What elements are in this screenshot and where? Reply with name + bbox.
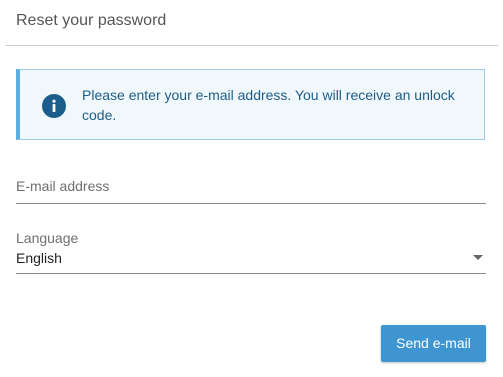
- info-message-box: Please enter your e-mail address. You wi…: [16, 69, 485, 140]
- reset-password-page: Reset your password Please enter your e-…: [0, 0, 503, 377]
- info-icon: [42, 94, 66, 118]
- language-select[interactable]: Language English: [16, 229, 486, 274]
- dialog-header: Reset your password: [0, 0, 503, 45]
- language-value: English: [16, 250, 62, 266]
- info-message: Please enter your e-mail address. You wi…: [82, 87, 455, 123]
- email-field[interactable]: E-mail address: [16, 176, 486, 204]
- email-placeholder: E-mail address: [16, 178, 110, 194]
- page-title: Reset your password: [16, 12, 167, 29]
- send-email-button[interactable]: Send e-mail: [381, 325, 486, 362]
- language-label: Language: [16, 230, 79, 246]
- dropdown-arrow-icon[interactable]: [473, 255, 483, 260]
- header-divider: [5, 45, 498, 46]
